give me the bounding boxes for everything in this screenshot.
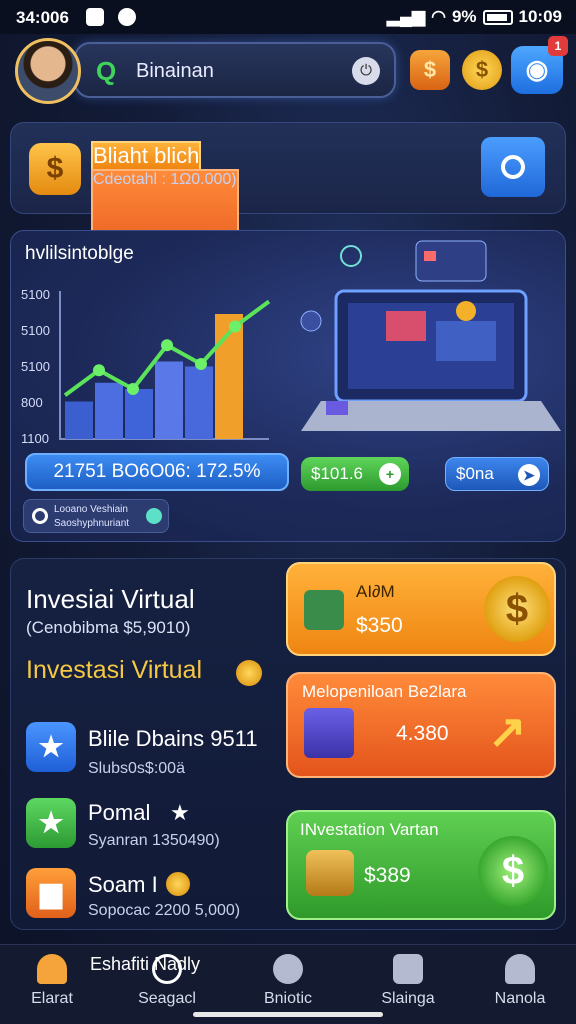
- green-value-button[interactable]: $101.6 +: [301, 457, 409, 491]
- notification-icon: [86, 8, 104, 26]
- tile-2-title: Melopeniloan Be2lara: [302, 682, 467, 701]
- mail-icon: [393, 954, 423, 984]
- status-bar: 34:006 ▂▄▆ ◠ 9% 10:09: [0, 0, 576, 34]
- chart-bar: [95, 382, 123, 439]
- cube-icon: [304, 708, 354, 758]
- laptop-illustration: [300, 240, 561, 431]
- chart-bar: [125, 389, 153, 439]
- coin-stack-icon: [306, 850, 354, 896]
- more-icon: [273, 954, 303, 984]
- status-right: ▂▄▆ ◠ 9% 10:09: [387, 7, 562, 27]
- nav-label-2: Seagacl: [138, 990, 196, 1007]
- tile-3-value: $389: [364, 864, 411, 887]
- green-value-label: $101.6: [311, 464, 363, 483]
- search-icon: Q: [96, 56, 117, 86]
- nav-label-4: Slainga: [381, 990, 435, 1007]
- signal-icon: ▂▄▆: [386, 7, 426, 26]
- battery-percent: 9%: [451, 7, 477, 26]
- tile-melopen[interactable]: Melopeniloan Be2lara 4.380 ↗: [286, 672, 556, 778]
- panel-title: Invesiai Virtual: [26, 584, 195, 614]
- app-icon: [118, 8, 136, 26]
- y-tick-label: 5100: [21, 323, 50, 338]
- list-item-3-sub: Sopocac 2200 5,000): [88, 902, 241, 919]
- notification-badge: 1: [548, 36, 568, 56]
- tile-2-value: 4.380: [396, 722, 449, 745]
- arrow-up-icon: ↗: [488, 705, 527, 757]
- performance-pill[interactable]: 21751 BO6O06: 172.5%: [25, 453, 289, 491]
- nav-item-1[interactable]: Elarat: [2, 954, 102, 1008]
- dollar-coin-icon: $: [484, 576, 550, 642]
- tile-investation[interactable]: INvestation Vartan $389 $: [286, 810, 556, 920]
- nav-item-5[interactable]: Nanola: [470, 954, 570, 1008]
- list-item-2-title[interactable]: Pomal: [88, 800, 150, 826]
- trend-point: [127, 383, 139, 395]
- panel-subtitle: (Cenobibma $5,9010): [26, 618, 191, 637]
- nav-item-4[interactable]: Slainga: [358, 954, 458, 1008]
- trend-point: [161, 339, 173, 352]
- chart-plot: [63, 299, 271, 439]
- shield-icon: [146, 508, 162, 524]
- list-item-2-sub: Syanran 1350490): [88, 832, 220, 849]
- plus-icon: +: [379, 463, 401, 485]
- gold-coin-icon: [166, 872, 190, 896]
- trend-point: [229, 320, 241, 333]
- list-item-1-sub: Slubs0s$:00ä: [88, 760, 185, 777]
- gold-coin-icon[interactable]: $: [462, 50, 502, 90]
- gift-icon: [304, 590, 344, 630]
- blue-value-label: $0na: [456, 464, 494, 483]
- tile-3-title: INvestation Vartan: [300, 820, 439, 839]
- balance-title: Bliaht blich: [91, 141, 202, 171]
- y-tick-label: 800: [21, 395, 43, 410]
- list-item-2-icon[interactable]: ★: [26, 798, 76, 848]
- list-item-3-icon[interactable]: ▆: [26, 868, 76, 918]
- tile-1-value: $350: [356, 614, 403, 637]
- nav-item-3[interactable]: Bniotic: [238, 954, 338, 1008]
- chart-bar: [65, 401, 93, 439]
- refresh-icon: [32, 508, 48, 524]
- coin-box-icon[interactable]: $: [410, 50, 450, 90]
- nav-label-5: Nanola: [494, 990, 546, 1007]
- tile-aim[interactable]: AI∂M $350 $: [286, 562, 556, 656]
- list-item-1-title[interactable]: Blile Dbains 9511: [88, 726, 258, 752]
- nav-label-3: Bniotic: [263, 990, 313, 1007]
- blue-value-button[interactable]: $0na ➤: [445, 457, 549, 491]
- balance-card[interactable]: $ Bliaht blich Cdeotahl : 1Ω0.000): [10, 122, 566, 275]
- person-icon: [37, 954, 67, 984]
- clear-icon[interactable]: ⏻: [352, 57, 380, 85]
- y-tick-label: 5100: [21, 287, 50, 302]
- wifi-icon: ◠: [431, 7, 446, 26]
- nav-tooltip: Eshafiti Nadly: [90, 954, 201, 974]
- y-tick-label: 1100: [21, 431, 49, 446]
- mini-line1: Looano Veshiain: [54, 504, 128, 515]
- search-bar[interactable]: Q Binainan ⏻: [74, 42, 396, 98]
- chart-bar: [155, 361, 183, 439]
- balance-action-button[interactable]: [481, 137, 545, 197]
- panel-title-2: Investasi Virtual: [26, 656, 203, 684]
- green-dollar-coin-icon: $: [478, 836, 548, 906]
- avatar[interactable]: [15, 38, 81, 104]
- status-time-right: 10:09: [518, 7, 562, 26]
- coin-icon: [236, 660, 262, 686]
- search-input[interactable]: Binainan: [136, 60, 214, 83]
- status-time-left: 34:006: [16, 8, 69, 27]
- chart-bar: [185, 366, 213, 439]
- list-item-3-title[interactable]: Soam I: [88, 872, 158, 898]
- nav-label-1: Elarat: [31, 990, 73, 1007]
- mini-info-card[interactable]: Looano Veshiain Saoshyphnuriant: [23, 499, 169, 533]
- list-item-1-icon[interactable]: ★: [26, 722, 76, 772]
- home-indicator[interactable]: [193, 1012, 383, 1017]
- battery-icon: [482, 9, 513, 25]
- wallet-coin-icon: $: [29, 143, 81, 195]
- profile-icon: [505, 954, 535, 984]
- mini-line2: Saoshyphnuriant: [54, 518, 130, 529]
- tile-1-title: AI∂M: [356, 582, 395, 601]
- trend-point: [195, 358, 207, 370]
- trend-point: [93, 364, 105, 377]
- star-icon: ★: [170, 800, 190, 825]
- chart-card: hvlilsintoblge 5100 5100 5100 800 1100 21751…: [10, 230, 566, 542]
- y-tick-label: 5100: [21, 359, 50, 374]
- arrow-icon: ➤: [518, 464, 540, 486]
